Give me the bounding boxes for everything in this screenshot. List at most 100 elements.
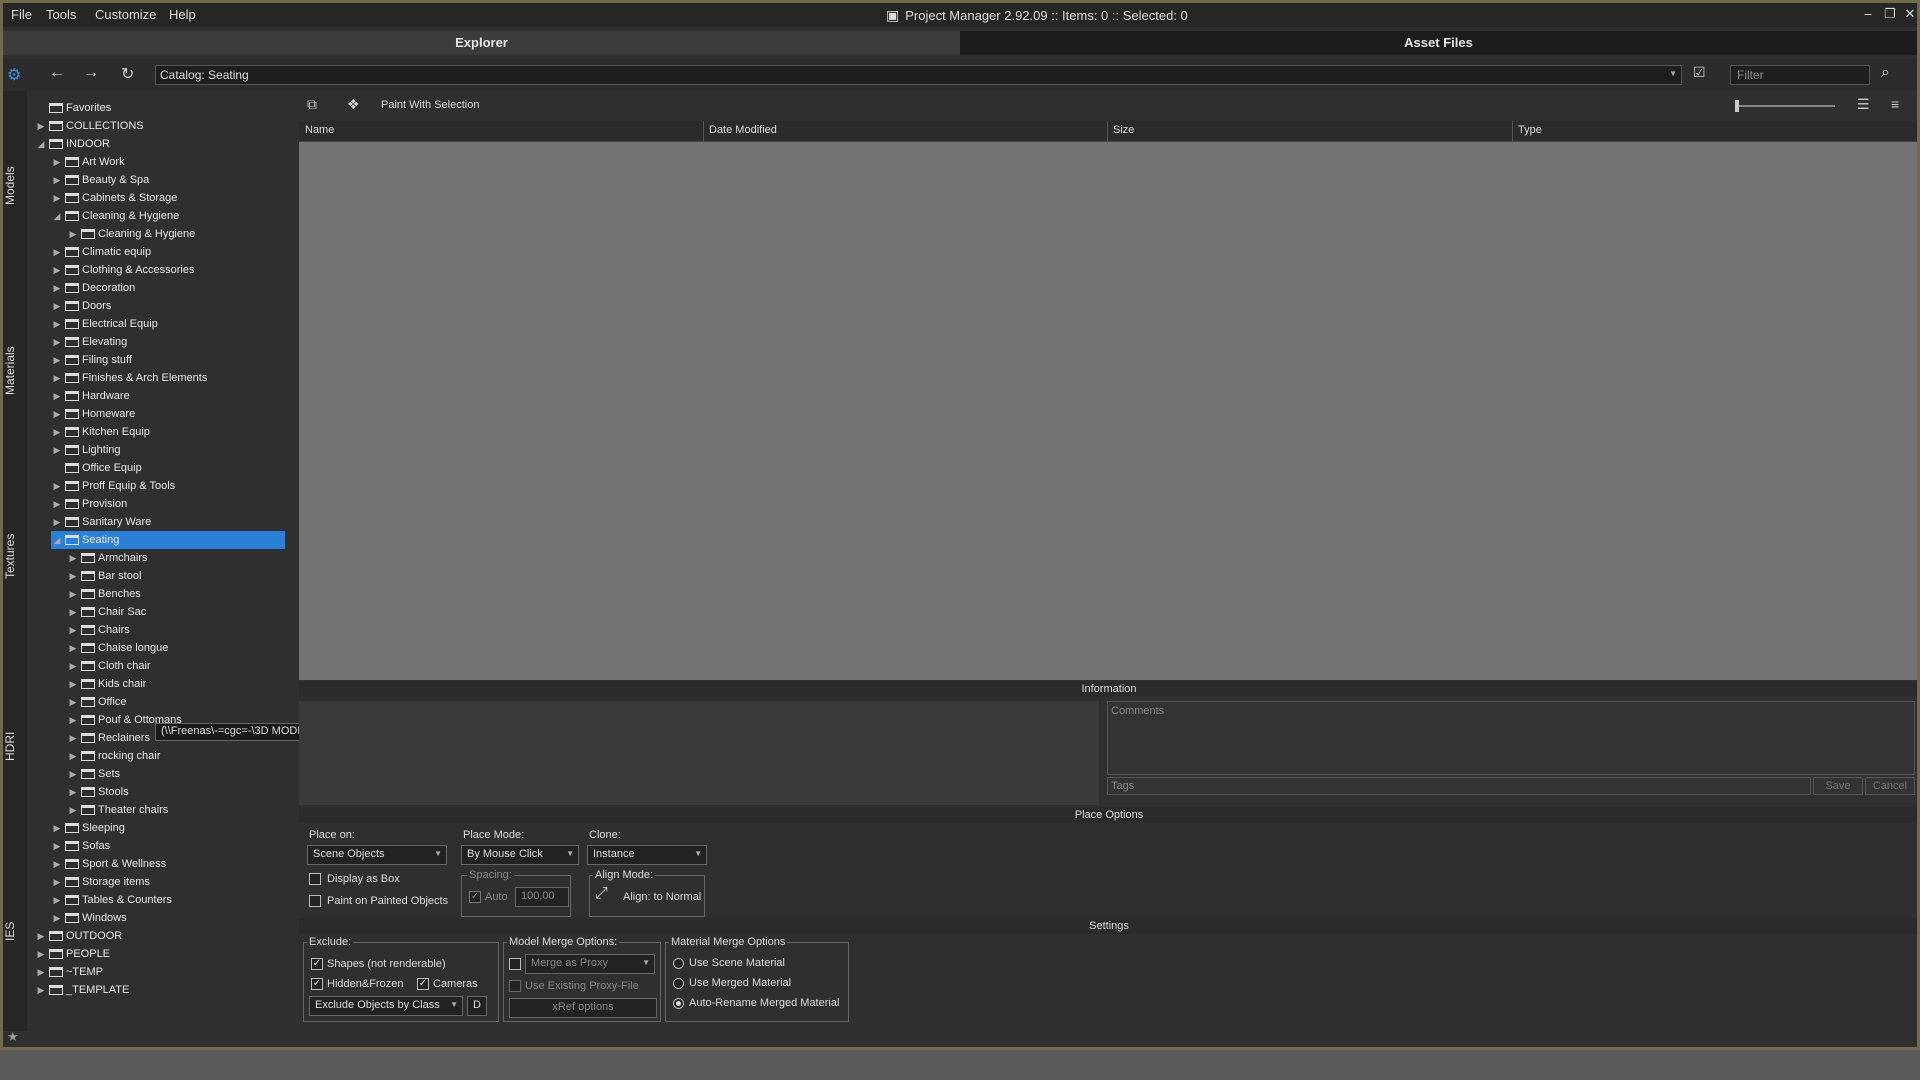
tree-item[interactable]: ▶ Theater chairs xyxy=(67,801,169,819)
expand-arrow-icon[interactable]: ▶ xyxy=(51,819,63,837)
close-icon[interactable]: ✕ xyxy=(1901,5,1917,23)
expand-arrow-icon[interactable]: ▶ xyxy=(67,621,79,639)
expand-arrow-icon[interactable]: ▶ xyxy=(67,603,79,621)
tree-item[interactable]: ▶ OUTDOOR xyxy=(35,927,123,945)
paint-on-painted-checkbox[interactable] xyxy=(309,895,321,907)
tree-item[interactable]: Office Equip xyxy=(51,459,142,477)
filter-input[interactable]: Filter xyxy=(1730,65,1870,85)
tree-item[interactable]: ▶ Climatic equip xyxy=(51,243,152,261)
view-options-icon[interactable]: ☑ xyxy=(1693,64,1706,81)
menu-tools[interactable]: Tools xyxy=(46,7,76,22)
catalog-path-field[interactable]: Catalog: Seating ▼ xyxy=(155,65,1682,85)
information-header[interactable]: Information xyxy=(299,681,1917,697)
tree-item[interactable]: ▶ Kids chair xyxy=(67,675,147,693)
expand-arrow-icon[interactable]: ▶ xyxy=(67,801,79,819)
tree-item[interactable]: ▶ Cleaning & Hygiene xyxy=(67,225,196,243)
file-list-area[interactable] xyxy=(299,142,1917,680)
expand-arrow-icon[interactable]: ▶ xyxy=(51,513,63,531)
tree-item[interactable]: ▶ Sport & Wellness xyxy=(51,855,167,873)
maximize-icon[interactable]: ❐ xyxy=(1881,5,1899,23)
tree-item[interactable]: ▶ Armchairs xyxy=(67,549,148,567)
expand-arrow-icon[interactable]: ▶ xyxy=(51,261,63,279)
expand-arrow-icon[interactable]: ▶ xyxy=(67,549,79,567)
tab-explorer[interactable]: Explorer xyxy=(3,31,960,55)
expand-arrow-icon[interactable]: ▶ xyxy=(67,567,79,585)
tab-asset-files[interactable]: Asset Files xyxy=(960,31,1917,55)
place-mode-dropdown[interactable]: By Mouse Click ▼ xyxy=(461,845,579,865)
shapes-checkbox[interactable]: ✓ xyxy=(311,958,323,970)
expand-arrow-icon[interactable]: ▶ xyxy=(51,423,63,441)
tree-item[interactable]: ▶ Clothing & Accessories xyxy=(51,261,195,279)
expand-arrow-icon[interactable]: ▶ xyxy=(51,297,63,315)
tree-item[interactable]: ▶ Cloth chair xyxy=(67,657,151,675)
tree-item[interactable]: ▶ Sofas xyxy=(51,837,111,855)
display-as-box-checkbox[interactable] xyxy=(309,873,321,885)
spacing-value-field[interactable]: 100,00 xyxy=(515,887,569,907)
side-tab-ies[interactable]: IES xyxy=(3,911,27,951)
menu-customize[interactable]: Customize xyxy=(95,7,156,22)
side-tab-models[interactable]: Models xyxy=(3,151,27,221)
expand-arrow-icon[interactable]: ▶ xyxy=(51,243,63,261)
zoom-slider[interactable] xyxy=(1735,100,1835,112)
expand-arrow-icon[interactable]: ▶ xyxy=(51,171,63,189)
refresh-icon[interactable]: ↻ xyxy=(121,64,134,84)
expand-arrow-icon[interactable]: ▶ xyxy=(67,729,79,747)
tree-item[interactable]: ▶ Storage items xyxy=(51,873,150,891)
expand-arrow-icon[interactable]: ▶ xyxy=(51,495,63,513)
side-tab-textures[interactable]: Textures xyxy=(3,521,27,591)
tree-item[interactable]: ◢ Seating xyxy=(51,531,285,549)
tree-item[interactable]: Favorites xyxy=(35,99,111,117)
expand-arrow-icon[interactable]: ▶ xyxy=(67,675,79,693)
expand-arrow-icon[interactable]: ▶ xyxy=(51,153,63,171)
tree-item[interactable]: ▶ PEOPLE xyxy=(35,945,111,963)
comments-field[interactable]: Comments xyxy=(1107,701,1915,775)
auto-checkbox[interactable]: ✓ xyxy=(469,891,481,903)
tree-item[interactable]: ▶ Cabinets & Storage xyxy=(51,189,178,207)
column-type[interactable]: Type xyxy=(1518,124,1542,136)
align-value-label[interactable]: Align: to Normal xyxy=(623,891,701,903)
star-icon[interactable]: ★ xyxy=(7,1029,19,1045)
cancel-button[interactable]: Cancel xyxy=(1865,777,1915,795)
tree-item[interactable]: ▶ Proff Equip & Tools xyxy=(51,477,176,495)
expand-arrow-icon[interactable]: ▶ xyxy=(35,963,47,981)
tree-item[interactable]: ▶ Chairs xyxy=(67,621,130,639)
tree-item[interactable]: ▶ Provision xyxy=(51,495,128,513)
place-on-dropdown[interactable]: Scene Objects ▼ xyxy=(307,845,447,865)
app-menu-icon[interactable]: ⚙ xyxy=(7,65,21,85)
tree-item[interactable]: ▶ Sets xyxy=(67,765,120,783)
expand-arrow-icon[interactable]: ▶ xyxy=(51,387,63,405)
tree-item[interactable]: ▶ Reclainers xyxy=(67,729,150,747)
cameras-checkbox[interactable]: ✓ xyxy=(417,978,429,990)
tree-item[interactable]: ▶ Chaise longue xyxy=(67,639,169,657)
tags-field[interactable]: Tags xyxy=(1107,777,1811,795)
expand-arrow-icon[interactable]: ▶ xyxy=(35,117,47,135)
expand-arrow-icon[interactable]: ▶ xyxy=(51,891,63,909)
menu-file[interactable]: File xyxy=(11,7,32,22)
merge-proxy-checkbox[interactable] xyxy=(509,958,521,970)
expand-arrow-icon[interactable]: ▶ xyxy=(51,369,63,387)
expand-arrow-icon[interactable]: ▶ xyxy=(35,981,47,999)
auto-rename-radio[interactable] xyxy=(673,998,684,1009)
align-normal-icon[interactable]: ⤢ xyxy=(595,885,608,903)
expand-arrow-icon[interactable]: ▶ xyxy=(51,279,63,297)
list-view-icon[interactable]: ☰ xyxy=(1857,96,1870,113)
chevron-down-icon[interactable]: ▼ xyxy=(1669,69,1677,78)
zoom-slider-thumb[interactable] xyxy=(1735,100,1739,112)
tree-item[interactable]: ▶ Benches xyxy=(67,585,141,603)
forward-icon[interactable]: → xyxy=(83,64,99,82)
expand-arrow-icon[interactable]: ▶ xyxy=(51,351,63,369)
tree-item[interactable]: ▶ Windows xyxy=(51,909,127,927)
tree-item[interactable]: ▶ _TEMPLATE xyxy=(35,981,130,999)
expand-arrow-icon[interactable]: ▶ xyxy=(35,927,47,945)
paint-with-selection-label[interactable]: Paint With Selection xyxy=(381,99,479,111)
tree-item[interactable]: ▶ Office xyxy=(67,693,127,711)
expand-arrow-icon[interactable]: ▶ xyxy=(67,711,79,729)
expand-arrow-icon[interactable]: ▶ xyxy=(67,585,79,603)
menu-help[interactable]: Help xyxy=(169,7,196,22)
expand-arrow-icon[interactable]: ▶ xyxy=(67,639,79,657)
expand-arrow-icon[interactable]: ▶ xyxy=(51,315,63,333)
tree-item[interactable]: ◢ INDOOR xyxy=(35,135,110,153)
expand-arrow-icon[interactable]: ▶ xyxy=(51,477,63,495)
tree-item[interactable]: ◢ Cleaning & Hygiene xyxy=(51,207,180,225)
place-options-header[interactable]: Place Options xyxy=(299,807,1917,823)
